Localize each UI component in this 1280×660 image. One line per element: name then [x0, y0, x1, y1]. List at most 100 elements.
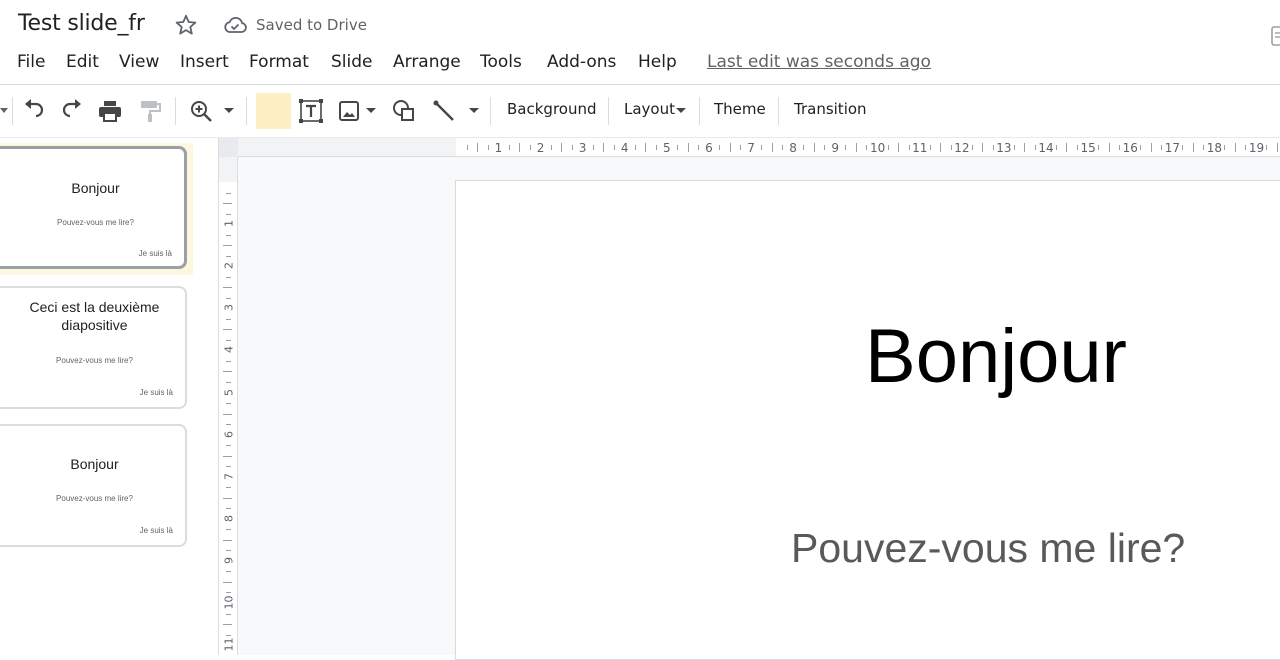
- zoom-caret-icon[interactable]: [224, 107, 234, 115]
- ruler-number: 1: [494, 141, 503, 155]
- ruler-tick: [223, 581, 232, 583]
- ruler-tick: [855, 143, 857, 152]
- zoom-icon[interactable]: [188, 98, 214, 124]
- ruler-tick: [719, 145, 721, 150]
- ruler-tick: [677, 145, 679, 150]
- ruler-tick: [1234, 143, 1236, 152]
- ruler-tick: [887, 145, 889, 150]
- ruler-tick: [226, 318, 231, 320]
- undo-icon[interactable]: [21, 98, 47, 124]
- ruler-tick: [698, 145, 700, 150]
- layout-button[interactable]: Layout: [624, 100, 675, 118]
- menu-file[interactable]: File: [17, 52, 45, 72]
- ruler-tick: [226, 403, 231, 405]
- ruler-tick: [226, 550, 231, 552]
- toolbar-divider: [175, 97, 176, 125]
- slide-subtitle-text[interactable]: Pouvez-vous me lire?: [791, 525, 1185, 572]
- ruler-edge: [237, 157, 238, 655]
- ruler-tick: [929, 145, 931, 150]
- ruler-tick: [1224, 145, 1226, 150]
- ruler-tick: [226, 424, 231, 426]
- ruler-tick: [1108, 143, 1110, 152]
- cloud-saved-icon[interactable]: [222, 14, 248, 36]
- ruler-number: 1: [222, 220, 236, 228]
- menu-help[interactable]: Help: [638, 52, 677, 72]
- menu-tools[interactable]: Tools: [480, 52, 522, 72]
- ruler-tick: [571, 145, 573, 150]
- thumbnail-title: Bonjour: [71, 180, 120, 196]
- ruler-number: 5: [222, 388, 236, 396]
- ruler-tick: [1119, 145, 1121, 150]
- slide-thumbnail-1[interactable]: Bonjour Pouvez-vous me lire? Je suis là: [0, 146, 187, 269]
- image-icon[interactable]: [336, 98, 362, 124]
- ruler-number: 6: [705, 141, 713, 155]
- ruler-tick: [226, 381, 231, 383]
- ruler-tick: [771, 143, 773, 152]
- ruler-tick: [940, 143, 942, 152]
- thumbnail-footer: Je suis là: [139, 526, 173, 535]
- ruler-tick: [226, 613, 231, 615]
- theme-button[interactable]: Theme: [714, 100, 766, 118]
- background-button[interactable]: Background: [507, 100, 597, 118]
- menu-insert[interactable]: Insert: [180, 52, 229, 72]
- slide-thumbnail-3[interactable]: Bonjour Pouvez-vous me lire? Je suis là: [0, 424, 187, 547]
- ruler-tick: [223, 539, 232, 541]
- ruler-tick: [529, 145, 531, 150]
- comments-icon[interactable]: [1270, 26, 1280, 46]
- thumbnail-title: Ceci est la deuxième diapositive: [29, 299, 160, 333]
- menu-view[interactable]: View: [119, 52, 159, 72]
- ruler-tick: [634, 145, 636, 150]
- ruler-tick: [226, 487, 231, 489]
- ruler-tick: [992, 145, 994, 150]
- layout-caret-icon[interactable]: [676, 107, 686, 115]
- slide-thumbnail-2[interactable]: Ceci est la deuxième diapositive Pouvez-…: [0, 286, 187, 409]
- ruler-tick: [1276, 143, 1278, 152]
- document-title[interactable]: Test slide_fr: [18, 11, 145, 36]
- line-icon[interactable]: [432, 98, 458, 124]
- ruler-number: 6: [222, 430, 236, 438]
- ruler-number: 11: [222, 637, 236, 652]
- ruler-edge: [238, 156, 1280, 157]
- ruler-number: 14: [1038, 141, 1054, 155]
- menu-add-ons[interactable]: Add-ons: [547, 52, 616, 72]
- star-icon[interactable]: [174, 13, 198, 37]
- paint-format-icon[interactable]: [137, 98, 163, 124]
- ruler-tick: [226, 360, 231, 362]
- ruler-number: 9: [222, 556, 236, 564]
- print-icon[interactable]: [97, 98, 123, 124]
- ruler-tick: [1140, 145, 1142, 150]
- menu-slide[interactable]: Slide: [331, 52, 373, 72]
- line-caret-icon[interactable]: [469, 107, 479, 115]
- transition-button[interactable]: Transition: [794, 100, 867, 118]
- ruler-tick: [729, 143, 731, 152]
- vertical-ruler-page-area: [219, 182, 238, 655]
- ruler-tick: [782, 145, 784, 150]
- ruler-number: 7: [747, 141, 755, 155]
- text-box-icon[interactable]: [298, 98, 324, 124]
- toolbar-divider: [778, 97, 779, 125]
- new-slide-caret-icon[interactable]: [0, 107, 10, 115]
- select-tool-button[interactable]: [256, 93, 291, 129]
- slide-title-text[interactable]: Bonjour: [865, 313, 1127, 400]
- ruler-number: 18: [1206, 141, 1223, 155]
- slide-page[interactable]: [455, 180, 1280, 660]
- toolbar-divider: [246, 97, 247, 125]
- ruler-tick: [226, 466, 231, 468]
- redo-icon[interactable]: [59, 98, 85, 124]
- ruler-tick: [866, 145, 868, 150]
- menu-bar: File Edit View Insert Format Slide Arran…: [0, 48, 1280, 78]
- ruler-number: 3: [578, 141, 587, 155]
- menu-arrange[interactable]: Arrange: [393, 52, 461, 72]
- ruler-tick: [466, 145, 468, 150]
- ruler-tick: [223, 245, 232, 247]
- menu-edit[interactable]: Edit: [66, 52, 99, 72]
- ruler-tick: [223, 455, 232, 457]
- image-caret-icon[interactable]: [366, 107, 376, 115]
- ruler-number: 17: [1164, 141, 1180, 155]
- save-status[interactable]: Saved to Drive: [256, 16, 367, 34]
- menu-format[interactable]: Format: [249, 52, 309, 72]
- ruler-tick: [477, 143, 479, 152]
- last-edit-link[interactable]: Last edit was seconds ago: [707, 52, 931, 72]
- ruler-tick: [803, 145, 805, 150]
- shape-icon[interactable]: [391, 98, 417, 124]
